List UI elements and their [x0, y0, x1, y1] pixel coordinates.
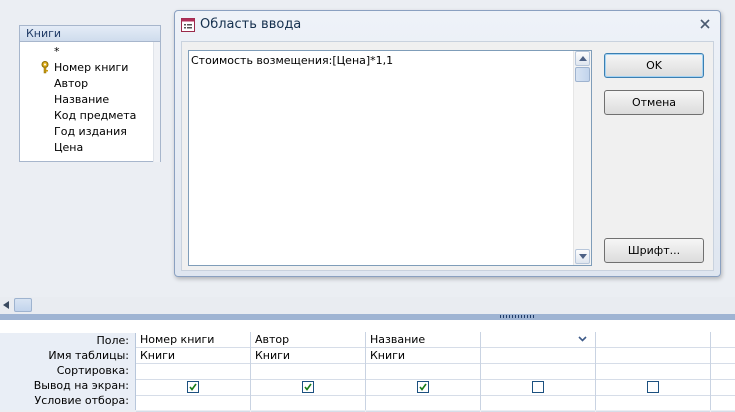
dialog-title-bar[interactable]: Область ввода — [181, 16, 701, 34]
grid-cell-sort[interactable] — [136, 364, 250, 380]
grid-cell-sort[interactable] — [596, 364, 710, 380]
expression-scrollbar[interactable] — [573, 51, 591, 265]
show-checkbox[interactable] — [647, 381, 659, 393]
dropdown-arrow-icon[interactable] — [578, 334, 587, 343]
grid-cell-table[interactable] — [711, 348, 735, 364]
field-item-book-number[interactable]: Номер книги — [20, 60, 160, 76]
grid-column[interactable] — [596, 332, 711, 412]
ok-button[interactable]: OK — [604, 53, 704, 78]
grid-cell-sort[interactable] — [711, 364, 735, 380]
show-checkbox[interactable] — [532, 381, 544, 393]
grid-cell-field[interactable] — [481, 332, 595, 348]
field-item-label: Автор — [54, 77, 89, 90]
grid-cell-table[interactable]: Книги — [366, 348, 480, 364]
zoom-dialog: Область ввода Стоимость возмещения:[Цена… — [174, 10, 721, 277]
zoom-window-icon — [181, 18, 195, 32]
close-icon[interactable] — [698, 17, 712, 31]
checkmark-icon — [304, 383, 312, 391]
field-list-books[interactable]: Книги * Номер книги Автор Название Код п… — [19, 25, 161, 162]
grid-cell-field[interactable] — [711, 332, 735, 348]
row-label-table: Имя таблицы: — [48, 349, 129, 362]
grid-cell-table[interactable] — [596, 348, 710, 364]
field-item-price[interactable]: Цена — [20, 140, 160, 156]
show-checkbox[interactable] — [187, 381, 199, 393]
splitter-grip[interactable] — [500, 315, 536, 318]
grid-cell-show[interactable] — [136, 380, 250, 396]
field-item-label: * — [54, 45, 60, 58]
grid-cell-sort[interactable] — [481, 364, 595, 380]
scroll-down-button[interactable] — [575, 249, 590, 264]
row-label-criteria: Условие отбора: — [34, 394, 130, 407]
grid-cell-show[interactable] — [251, 380, 365, 396]
scroll-thumb[interactable] — [14, 298, 32, 312]
show-checkbox[interactable] — [417, 381, 429, 393]
field-list-body: * Номер книги Автор Название Код предмет… — [20, 42, 160, 162]
arrow-up-icon — [579, 56, 587, 61]
query-grid: Поле: Имя таблицы: Сортировка: Вывод на … — [0, 320, 735, 412]
grid-column[interactable]: Номер книги Книги — [136, 332, 251, 412]
arrow-down-icon — [579, 254, 587, 259]
horizontal-scrollbar[interactable] — [0, 297, 735, 314]
field-item-title[interactable]: Название — [20, 92, 160, 108]
grid-column[interactable]: Автор Книги — [251, 332, 366, 412]
grid-cell-table[interactable]: Книги — [251, 348, 365, 364]
font-button[interactable]: Шрифт... — [604, 238, 704, 263]
grid-cell-show[interactable] — [711, 380, 735, 396]
field-item-label: Номер книги — [54, 61, 129, 74]
grid-cell-field[interactable]: Номер книги — [136, 332, 250, 348]
primary-key-icon — [41, 61, 49, 74]
row-label-field: Поле: — [96, 334, 129, 347]
grid-cell-show[interactable] — [366, 380, 480, 396]
field-item-label: Название — [54, 93, 110, 106]
checkmark-icon — [419, 383, 427, 391]
field-item-label: Код предмета — [54, 109, 137, 122]
expression-textarea[interactable]: Стоимость возмещения:[Цена]*1,1 — [188, 50, 592, 266]
grid-cell-sort[interactable] — [366, 364, 480, 380]
grid-cell-field[interactable] — [596, 332, 710, 348]
grid-cell-sort[interactable] — [251, 364, 365, 380]
row-label-sort: Сортировка: — [56, 364, 129, 377]
field-list-title[interactable]: Книги — [20, 26, 160, 42]
show-checkbox[interactable] — [302, 381, 314, 393]
dialog-title: Область ввода — [200, 17, 302, 32]
grid-cell-field[interactable]: Название — [366, 332, 480, 348]
field-item-year[interactable]: Год издания — [20, 124, 160, 140]
cancel-button[interactable]: Отмена — [604, 90, 704, 115]
scroll-up-button[interactable] — [575, 51, 590, 66]
grid-cell-show[interactable] — [596, 380, 710, 396]
field-item-label: Цена — [54, 141, 84, 154]
grid-column[interactable]: Название Книги — [366, 332, 481, 412]
grid-cell-table[interactable]: Книги — [136, 348, 250, 364]
field-item-subject-code[interactable]: Код предмета — [20, 108, 160, 124]
field-item-all[interactable]: * — [20, 44, 160, 60]
grid-cell-field[interactable]: Автор — [251, 332, 365, 348]
grid-column[interactable] — [481, 332, 596, 412]
dialog-content: Стоимость возмещения:[Цена]*1,1 OK Отмен… — [181, 41, 714, 271]
arrow-left-icon[interactable] — [3, 301, 9, 309]
grid-row-labels: Поле: Имя таблицы: Сортировка: Вывод на … — [0, 333, 136, 410]
grid-cell-show[interactable] — [481, 380, 595, 396]
expression-text[interactable]: Стоимость возмещения:[Цена]*1,1 — [191, 54, 571, 67]
field-item-author[interactable]: Автор — [20, 76, 160, 92]
row-label-show: Вывод на экран: — [33, 379, 129, 392]
checkmark-icon — [189, 383, 197, 391]
scroll-thumb[interactable] — [575, 67, 590, 82]
field-item-label: Год издания — [54, 125, 127, 138]
grid-column[interactable] — [711, 332, 735, 412]
query-design-area: Книги * Номер книги Автор Название Код п… — [0, 0, 735, 297]
grid-cell-table[interactable] — [481, 348, 595, 364]
